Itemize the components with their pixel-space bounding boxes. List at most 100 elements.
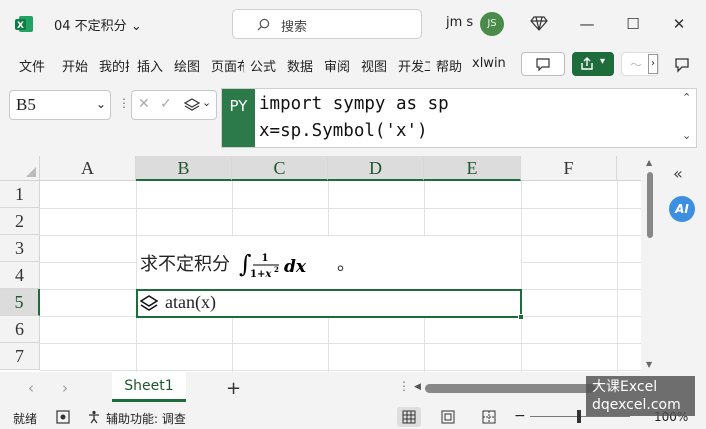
row-header-7[interactable]: 7 — [0, 343, 40, 370]
column-header-a[interactable]: A — [40, 156, 136, 181]
watermark-line2: dqexcel.com — [592, 397, 681, 413]
select-all-corner[interactable] — [0, 156, 40, 181]
gridline — [617, 181, 618, 372]
column-header-d[interactable]: D — [328, 156, 424, 181]
tab-home[interactable]: 开始 — [62, 56, 92, 75]
chevron-down-icon[interactable]: ⌄ — [202, 96, 211, 109]
maximize-button[interactable]: ☐ — [618, 10, 648, 38]
chevron-down-icon: ⌄ — [130, 19, 142, 34]
svg-text:2: 2 — [274, 265, 279, 274]
tab-my-addins[interactable]: 我的插 — [99, 56, 129, 75]
tab-data[interactable]: 数据 — [287, 56, 317, 75]
ribbon-scroll-right[interactable]: › — [648, 54, 658, 74]
cell-b3-suffix: 。 — [337, 254, 355, 274]
horizontal-scroll-thumb[interactable] — [425, 384, 595, 393]
svg-text:1: 1 — [261, 253, 268, 264]
search-placeholder: 搜索 — [281, 20, 308, 35]
minimize-button[interactable]: — — [572, 10, 602, 38]
gridline — [40, 262, 136, 263]
vertical-scrollbar[interactable]: ▲ ▼ — [643, 156, 657, 372]
prev-sheet-icon[interactable]: ‹ — [28, 379, 34, 397]
more-options-icon[interactable]: ⋮ — [118, 96, 130, 110]
row-header-3[interactable]: 3 — [0, 235, 40, 262]
row-header-5[interactable]: 5 — [0, 289, 40, 316]
scroll-left-icon[interactable]: ◀ — [414, 382, 421, 392]
add-sheet-button[interactable]: + — [226, 378, 241, 399]
gridline — [40, 370, 641, 371]
tab-draw[interactable]: 绘图 — [174, 56, 204, 75]
status-ready: 就绪 — [13, 412, 38, 426]
watermark: 大课Excel dqexcel.com — [586, 376, 695, 416]
gridline — [328, 181, 329, 235]
expand-formula-icon[interactable]: ⌄ — [682, 129, 691, 142]
copilot-icon[interactable] — [672, 55, 692, 75]
column-header-b[interactable]: B — [136, 156, 232, 181]
cell-b3-text: 求不定积分 — [140, 254, 230, 274]
corner-triangle-icon — [26, 167, 36, 177]
avatar[interactable]: JS — [480, 12, 504, 36]
share-button[interactable]: ▾ — [572, 52, 614, 76]
column-header-c[interactable]: C — [232, 156, 328, 181]
tab-developer[interactable]: 开发工 — [398, 56, 430, 75]
file-title[interactable]: 04 不定积分 ⌄ — [54, 15, 142, 34]
scroll-up-icon[interactable]: ▲ — [646, 158, 652, 167]
python-layers-icon[interactable] — [184, 98, 200, 114]
normal-view-button[interactable] — [397, 407, 421, 427]
row-header-6[interactable]: 6 — [0, 316, 40, 343]
column-header-f[interactable]: F — [521, 156, 617, 181]
svg-text:1+x: 1+x — [250, 269, 272, 280]
tab-file[interactable]: 文件 — [19, 56, 49, 75]
column-headers: A B C D E F — [0, 156, 641, 181]
grid-view-icon — [402, 410, 416, 424]
accessibility-icon[interactable] — [87, 410, 101, 424]
zoom-out-button[interactable]: − — [514, 408, 526, 424]
gridline — [136, 181, 137, 372]
side-panel: « AI — [659, 156, 706, 372]
comments-button[interactable] — [521, 52, 565, 76]
column-header-e[interactable]: E — [424, 156, 521, 181]
python-object-icon[interactable] — [140, 295, 158, 313]
code-line: import sympy as sp — [259, 94, 449, 114]
zoom-slider-thumb[interactable] — [577, 410, 581, 423]
name-box[interactable]: B5 ⌄ — [9, 90, 111, 120]
page-layout-icon[interactable] — [441, 410, 455, 424]
more-icon[interactable]: ⋮ — [398, 379, 410, 393]
activity-icon: 〜 — [630, 58, 643, 72]
macro-record-icon[interactable] — [56, 410, 70, 424]
collapse-formula-icon[interactable]: ⌃ — [682, 91, 691, 104]
row-header-4[interactable]: 4 — [0, 262, 40, 289]
svg-text:X: X — [17, 21, 24, 31]
tab-page-layout[interactable]: 页面布 — [211, 56, 244, 75]
accessibility-status[interactable]: 辅助功能: 调查 — [106, 410, 186, 427]
close-button[interactable]: ✕ — [664, 10, 694, 38]
python-badge: PY — [222, 89, 255, 147]
gridline — [232, 316, 233, 372]
tab-view[interactable]: 视图 — [361, 56, 391, 75]
tab-formulas[interactable]: 公式 — [250, 56, 280, 75]
worksheet-grid[interactable]: A B C D E F 1 2 3 4 5 6 7 求不定积分 ∫ 1 1+x … — [0, 156, 641, 372]
row-header-2[interactable]: 2 — [0, 208, 40, 235]
search-input[interactable]: 搜索 — [232, 9, 422, 39]
row-header-1[interactable]: 1 — [0, 181, 40, 208]
user-name: jm s — [446, 15, 474, 30]
diamond-icon[interactable] — [530, 14, 548, 32]
tab-insert[interactable]: 插入 — [137, 56, 167, 75]
next-sheet-icon[interactable]: › — [62, 379, 68, 397]
fill-handle[interactable] — [518, 314, 524, 320]
scroll-down-icon[interactable]: ▼ — [646, 360, 652, 369]
page-break-icon[interactable] — [482, 410, 496, 424]
gridline — [232, 181, 233, 235]
gridline — [40, 235, 641, 236]
share-icon — [581, 57, 593, 70]
formula-editor[interactable]: PY import sympy as sp x=sp.Symbol('x') ⌃… — [221, 88, 697, 148]
tab-xlwings[interactable]: xlwin — [472, 56, 506, 71]
ai-assistant-icon[interactable]: AI — [669, 196, 695, 222]
collapse-panel-icon[interactable]: « — [673, 164, 683, 183]
check-icon[interactable]: ✓ — [160, 96, 172, 112]
tab-review[interactable]: 审阅 — [324, 56, 354, 75]
cell-b5-value: atan(x) — [165, 292, 216, 312]
sheet-tab-active[interactable]: Sheet1 — [112, 372, 186, 402]
tab-help[interactable]: 帮助 — [436, 56, 466, 75]
cancel-icon[interactable]: ✕ — [138, 96, 150, 112]
scroll-thumb[interactable] — [647, 172, 653, 238]
